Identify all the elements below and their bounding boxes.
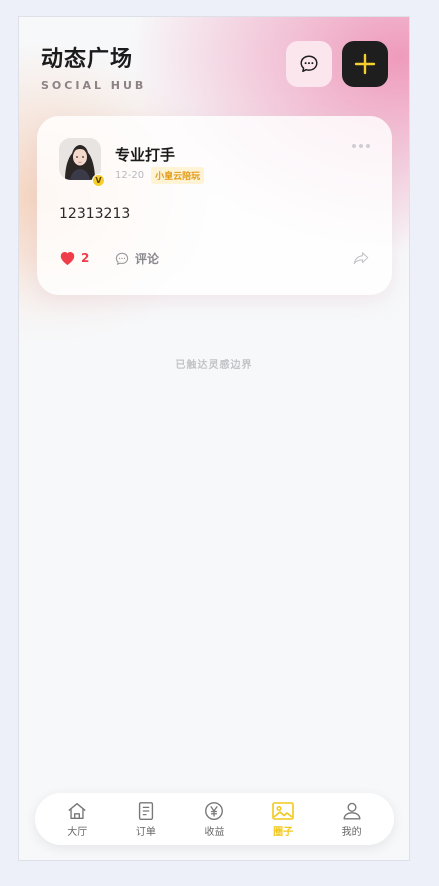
page-header: 动态广场 SOCIAL HUB (41, 41, 146, 92)
tab-income[interactable]: 收益 (184, 800, 244, 838)
tab-label: 大厅 (67, 827, 88, 838)
comment-button[interactable]: 评论 (114, 250, 159, 267)
tab-label: 我的 (341, 827, 362, 838)
plus-icon (354, 53, 376, 75)
post-time: 12-20 (115, 170, 145, 181)
post-card[interactable]: V 专业打手 12-20 小皇云陪玩 12313213 2 评论 (37, 116, 392, 295)
tab-label: 圈子 (273, 827, 294, 838)
heart-icon (60, 251, 75, 266)
image-icon (272, 802, 294, 820)
post-tag: 小皇云陪玩 (151, 167, 205, 184)
yen-circle-icon (205, 802, 224, 820)
tab-orders[interactable]: 订单 (116, 800, 176, 838)
app-screen: 动态广场 SOCIAL HUB V 专业打手 12-20 小皇云陪玩 12313… (18, 16, 410, 861)
chat-bubble-icon (300, 55, 318, 73)
page-title: 动态广场 (41, 47, 134, 72)
like-count: 2 (81, 251, 90, 265)
comment-label: 评论 (135, 252, 160, 266)
like-button[interactable]: 2 (59, 250, 89, 266)
post-meta: 12-20 小皇云陪玩 (115, 167, 205, 184)
home-icon (68, 802, 86, 820)
tab-hall[interactable]: 大厅 (47, 800, 107, 838)
tab-mine[interactable]: 我的 (322, 800, 382, 838)
comment-icon (115, 252, 129, 265)
document-icon (138, 802, 153, 820)
user-icon (343, 802, 361, 820)
share-icon (353, 252, 369, 265)
post-username[interactable]: 专业打手 (115, 144, 175, 165)
page-subtitle: SOCIAL HUB (41, 79, 147, 92)
post-content: 12313213 (59, 206, 131, 222)
more-options-icon[interactable] (352, 144, 370, 148)
share-button[interactable] (352, 250, 370, 270)
verified-badge: V (92, 174, 105, 187)
post-actions: 2 评论 (59, 250, 370, 270)
feed-end-text: 已触达灵感边界 (175, 360, 253, 371)
tab-label: 收益 (204, 827, 225, 838)
tab-circle[interactable]: 圈子 (253, 800, 313, 838)
add-post-button[interactable] (342, 41, 388, 87)
bottom-tab-bar: 大厅 订单 收益 圈子 我的 (35, 793, 394, 845)
tab-label: 订单 (135, 827, 156, 838)
messages-button[interactable] (286, 41, 332, 87)
